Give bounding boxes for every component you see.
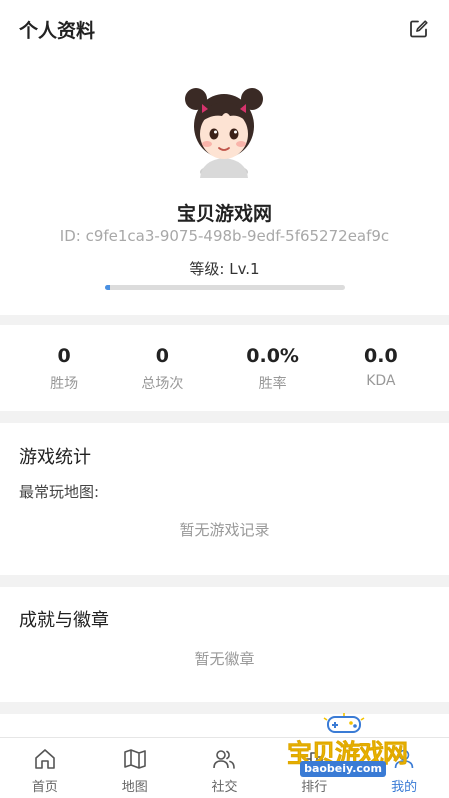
stat-value: 0 <box>57 345 71 367</box>
tab-label: 首页 <box>31 780 58 795</box>
user-level: 等级: Lv.1 <box>189 260 260 278</box>
favorite-map-label: 最常玩地图: <box>19 483 100 501</box>
stat-wins: 0 胜场 <box>0 325 112 411</box>
tab-mine[interactable]: 我的 <box>359 738 449 798</box>
edit-profile-button[interactable] <box>408 18 430 40</box>
stat-value: 0 <box>155 345 169 367</box>
profile-page: 个人资料 宝贝游戏网 ID: c9fe1ca3-9075-498b-9edf-5… <box>0 0 449 798</box>
section-title: 游戏统计 <box>19 447 91 468</box>
header: 个人资料 <box>0 0 449 58</box>
bottom-tab-bar: 首页 地图 社交 排行 我的 <box>0 737 449 798</box>
tab-label: 我的 <box>391 780 418 795</box>
xp-progress-bar <box>105 285 345 290</box>
tab-ranking[interactable]: 排行 <box>269 738 359 798</box>
profile-card: 宝贝游戏网 ID: c9fe1ca3-9075-498b-9edf-5f6527… <box>0 58 449 315</box>
stat-label: 胜场 <box>50 376 79 392</box>
game-stats-card: 游戏统计 最常玩地图: 暂无游戏记录 <box>0 423 449 575</box>
page-title: 个人资料 <box>19 19 96 42</box>
xp-progress-fill <box>105 285 110 290</box>
stat-label: 胜率 <box>258 376 287 392</box>
achievements-card: 成就与徽章 暂无徽章 <box>0 587 449 702</box>
stat-label: 总场次 <box>141 376 184 392</box>
friends-icon <box>213 750 236 769</box>
stats-row: 0 胜场 0 总场次 0.0% 胜率 0.0 KDA <box>0 325 449 411</box>
avatar[interactable] <box>182 86 266 178</box>
stat-win-rate: 0.0% 胜率 <box>225 325 337 411</box>
map-icon <box>123 749 146 769</box>
tab-label: 地图 <box>121 780 148 795</box>
tab-social[interactable]: 社交 <box>180 738 270 798</box>
home-icon <box>35 749 55 769</box>
tab-label: 社交 <box>211 780 238 795</box>
tab-label: 排行 <box>301 780 328 795</box>
stat-total-matches: 0 总场次 <box>112 325 224 411</box>
tab-map[interactable]: 地图 <box>90 738 180 798</box>
ranking-icon <box>305 752 324 768</box>
stat-label: KDA <box>366 373 396 389</box>
empty-badges: 暂无徽章 <box>194 650 255 668</box>
stat-kda: 0.0 KDA <box>337 325 449 411</box>
stat-value: 0.0% <box>246 345 299 367</box>
edit-icon <box>410 20 428 38</box>
user-icon <box>394 749 414 769</box>
stat-value: 0.0 <box>364 345 398 367</box>
section-title: 成就与徽章 <box>19 610 109 631</box>
user-nickname: 宝贝游戏网 <box>176 203 272 225</box>
empty-game-records: 暂无游戏记录 <box>179 521 270 539</box>
user-id: ID: c9fe1ca3-9075-498b-9edf-5f65272eaf9c <box>59 227 390 245</box>
tab-home[interactable]: 首页 <box>0 738 90 798</box>
